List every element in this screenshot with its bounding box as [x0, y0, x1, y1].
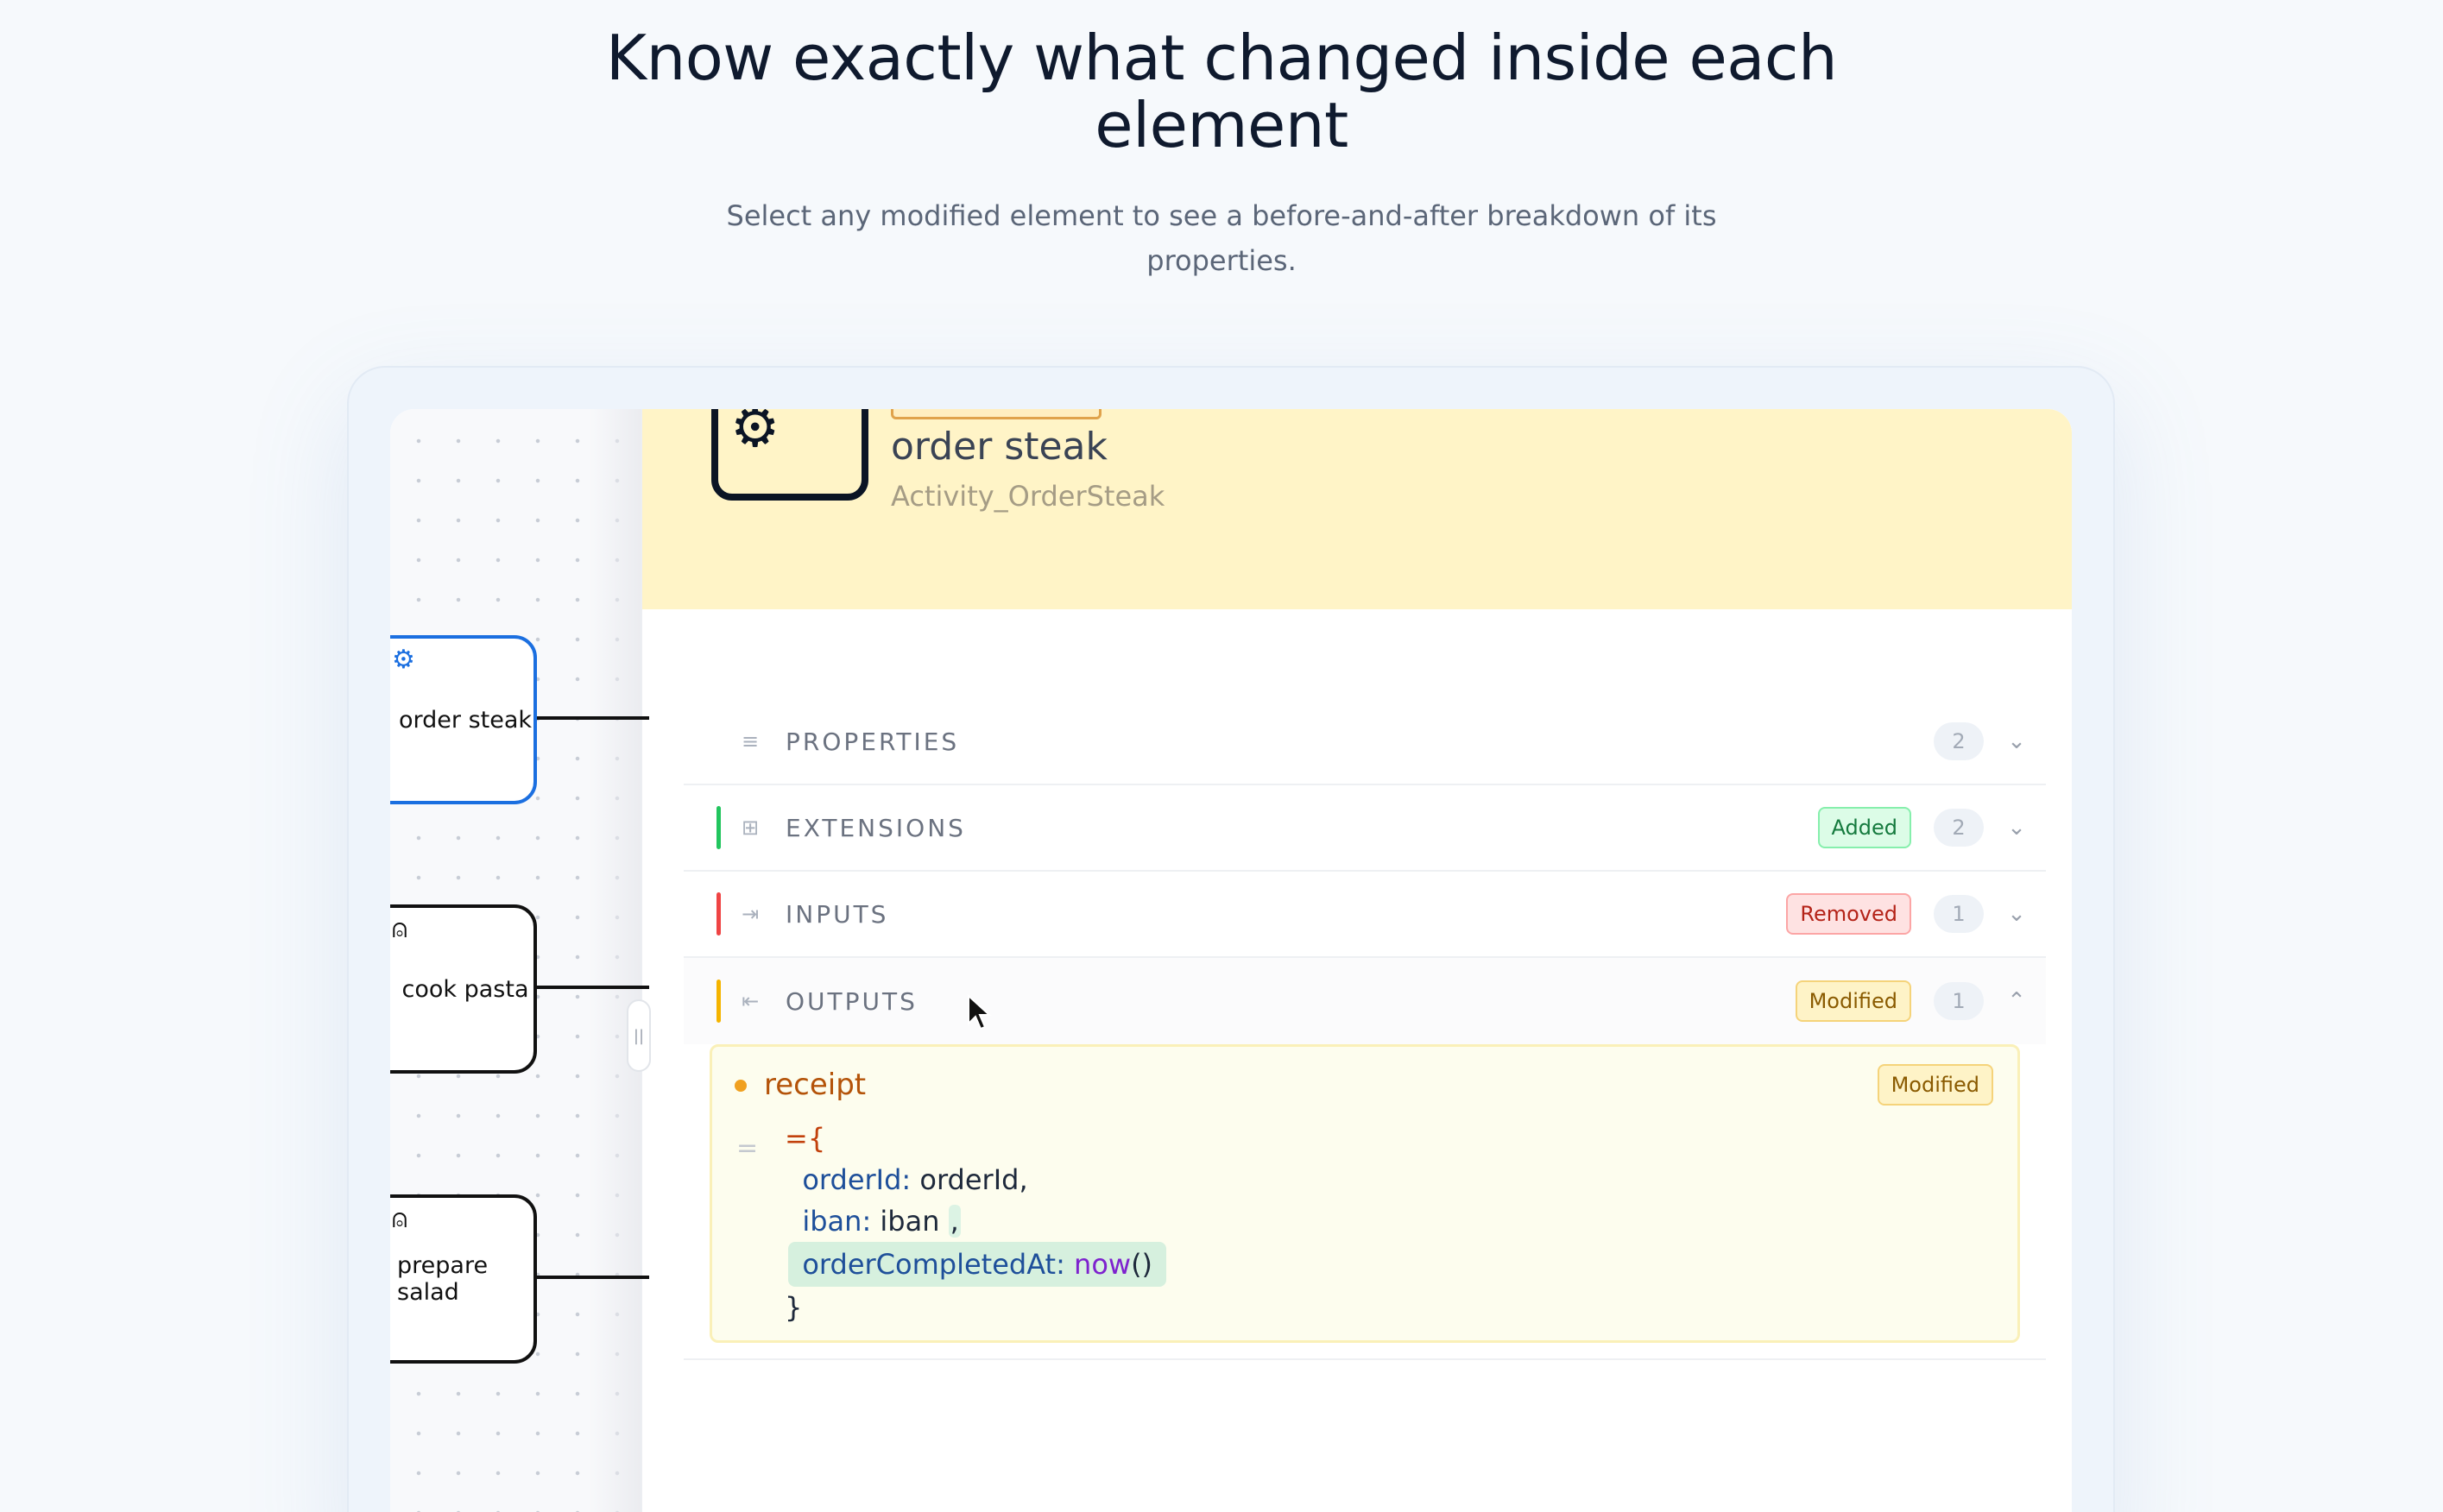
task-label: order steak	[398, 706, 533, 734]
code-line: ={	[785, 1122, 826, 1155]
input-icon: ⇥	[741, 902, 760, 926]
task-order-steak[interactable]: ⚙ order steak	[390, 635, 537, 804]
section-label: EXTENSIONS	[786, 813, 966, 842]
hero-title-line-1: Know exactly what changed inside each	[605, 22, 1838, 94]
output-icon: ⇤	[741, 989, 760, 1013]
hero-title: Know exactly what changed inside each el…	[0, 24, 2443, 159]
chevron-down-icon[interactable]: ⌄	[2006, 728, 2027, 754]
diagram-canvas[interactable]: ⚙ order steak ⍝ cook pasta ⍝ prepare sal…	[390, 409, 649, 1512]
modified-dot	[735, 1080, 747, 1092]
status-badge: Removed	[1786, 893, 1911, 935]
section-meta: Added 2 ⌄	[1817, 807, 2027, 848]
chevron-down-icon[interactable]: ⌄	[2006, 901, 2027, 927]
code-line-added: orderCompletedAt: now()	[785, 1242, 1167, 1287]
hero-subtitle-line-1: Select any modified element to see a bef…	[726, 199, 1717, 232]
element-type-tag	[891, 409, 1102, 419]
task-prepare-salad[interactable]: ⍝ prepare salad	[390, 1194, 537, 1364]
output-name: receipt	[764, 1068, 867, 1102]
status-bar-modified	[716, 980, 721, 1023]
task-label: cook pasta	[401, 975, 529, 1003]
section-label: INPUTS	[786, 899, 889, 929]
section-count: 1	[1934, 982, 1984, 1020]
flow-connector	[537, 716, 649, 720]
status-badge: Added	[1817, 807, 1911, 848]
task-label: prepare salad	[397, 1252, 489, 1306]
section-meta: 2 ⌄	[1934, 722, 2027, 760]
mouse-cursor-icon	[968, 994, 992, 1030]
chevron-up-icon[interactable]: ⌃	[2006, 988, 2027, 1014]
extensions-icon: ⊞	[741, 816, 760, 840]
section-properties[interactable]: ≡ PROPERTIES 2 ⌄	[684, 699, 2046, 785]
status-bar-removed	[716, 892, 721, 936]
hero-subtitle: Select any modified element to see a bef…	[0, 193, 2443, 283]
properties-panel: ⚙ order steak Activity_OrderSteak ≡ PROP…	[641, 409, 2072, 1512]
element-id: Activity_OrderSteak	[891, 480, 1165, 513]
hero-subtitle-line-2: properties.	[1146, 244, 1297, 277]
element-header: ⚙ order steak Activity_OrderSteak	[642, 409, 2072, 609]
code-line: }	[785, 1291, 803, 1324]
section-label: OUTPUTS	[786, 986, 918, 1016]
section-count: 2	[1934, 722, 1984, 760]
lines-icon: ≡	[741, 729, 760, 753]
section-label: PROPERTIES	[786, 727, 960, 756]
panel-resize-handle[interactable]: ||	[627, 999, 651, 1072]
flow-connector	[537, 1276, 649, 1279]
section-count: 2	[1934, 809, 1984, 847]
status-badge: Modified	[1877, 1064, 1993, 1106]
section-inputs[interactable]: ⇥ INPUTS Removed 1 ⌄	[684, 872, 2046, 958]
section-meta: Modified 1 ⌃	[1795, 980, 2027, 1022]
hero-title-line-2: element	[1095, 89, 1348, 161]
section-count: 1	[1934, 895, 1984, 933]
chevron-down-icon[interactable]: ⌄	[2006, 815, 2027, 841]
code-block: ={ orderId: orderId, iban: iban , orderC…	[785, 1118, 1167, 1328]
element-icon-box: ⚙	[711, 409, 868, 501]
section-meta: Removed 1 ⌄	[1786, 893, 2027, 935]
element-name: order steak	[891, 425, 1108, 469]
status-badge: Modified	[1795, 980, 1911, 1022]
task-cook-pasta[interactable]: ⍝ cook pasta	[390, 904, 537, 1074]
section-divider	[684, 1358, 2046, 1360]
app-screen: ⚙ order steak ⍝ cook pasta ⍝ prepare sal…	[390, 409, 2072, 1512]
flow-connector	[537, 986, 649, 989]
code-line: orderId: orderId,	[802, 1163, 1028, 1196]
section-extensions[interactable]: ⊞ EXTENSIONS Added 2 ⌄	[684, 785, 2046, 872]
equals-icon: =	[736, 1133, 759, 1163]
status-bar-added	[716, 806, 721, 849]
output-detail-card: receipt Modified = ={ orderId: orderId, …	[710, 1044, 2020, 1343]
section-outputs[interactable]: ⇤ OUTPUTS Modified 1 ⌃	[684, 958, 2046, 1044]
gear-icon: ⚙	[730, 409, 780, 460]
code-line: iban: iban ,	[802, 1205, 961, 1238]
